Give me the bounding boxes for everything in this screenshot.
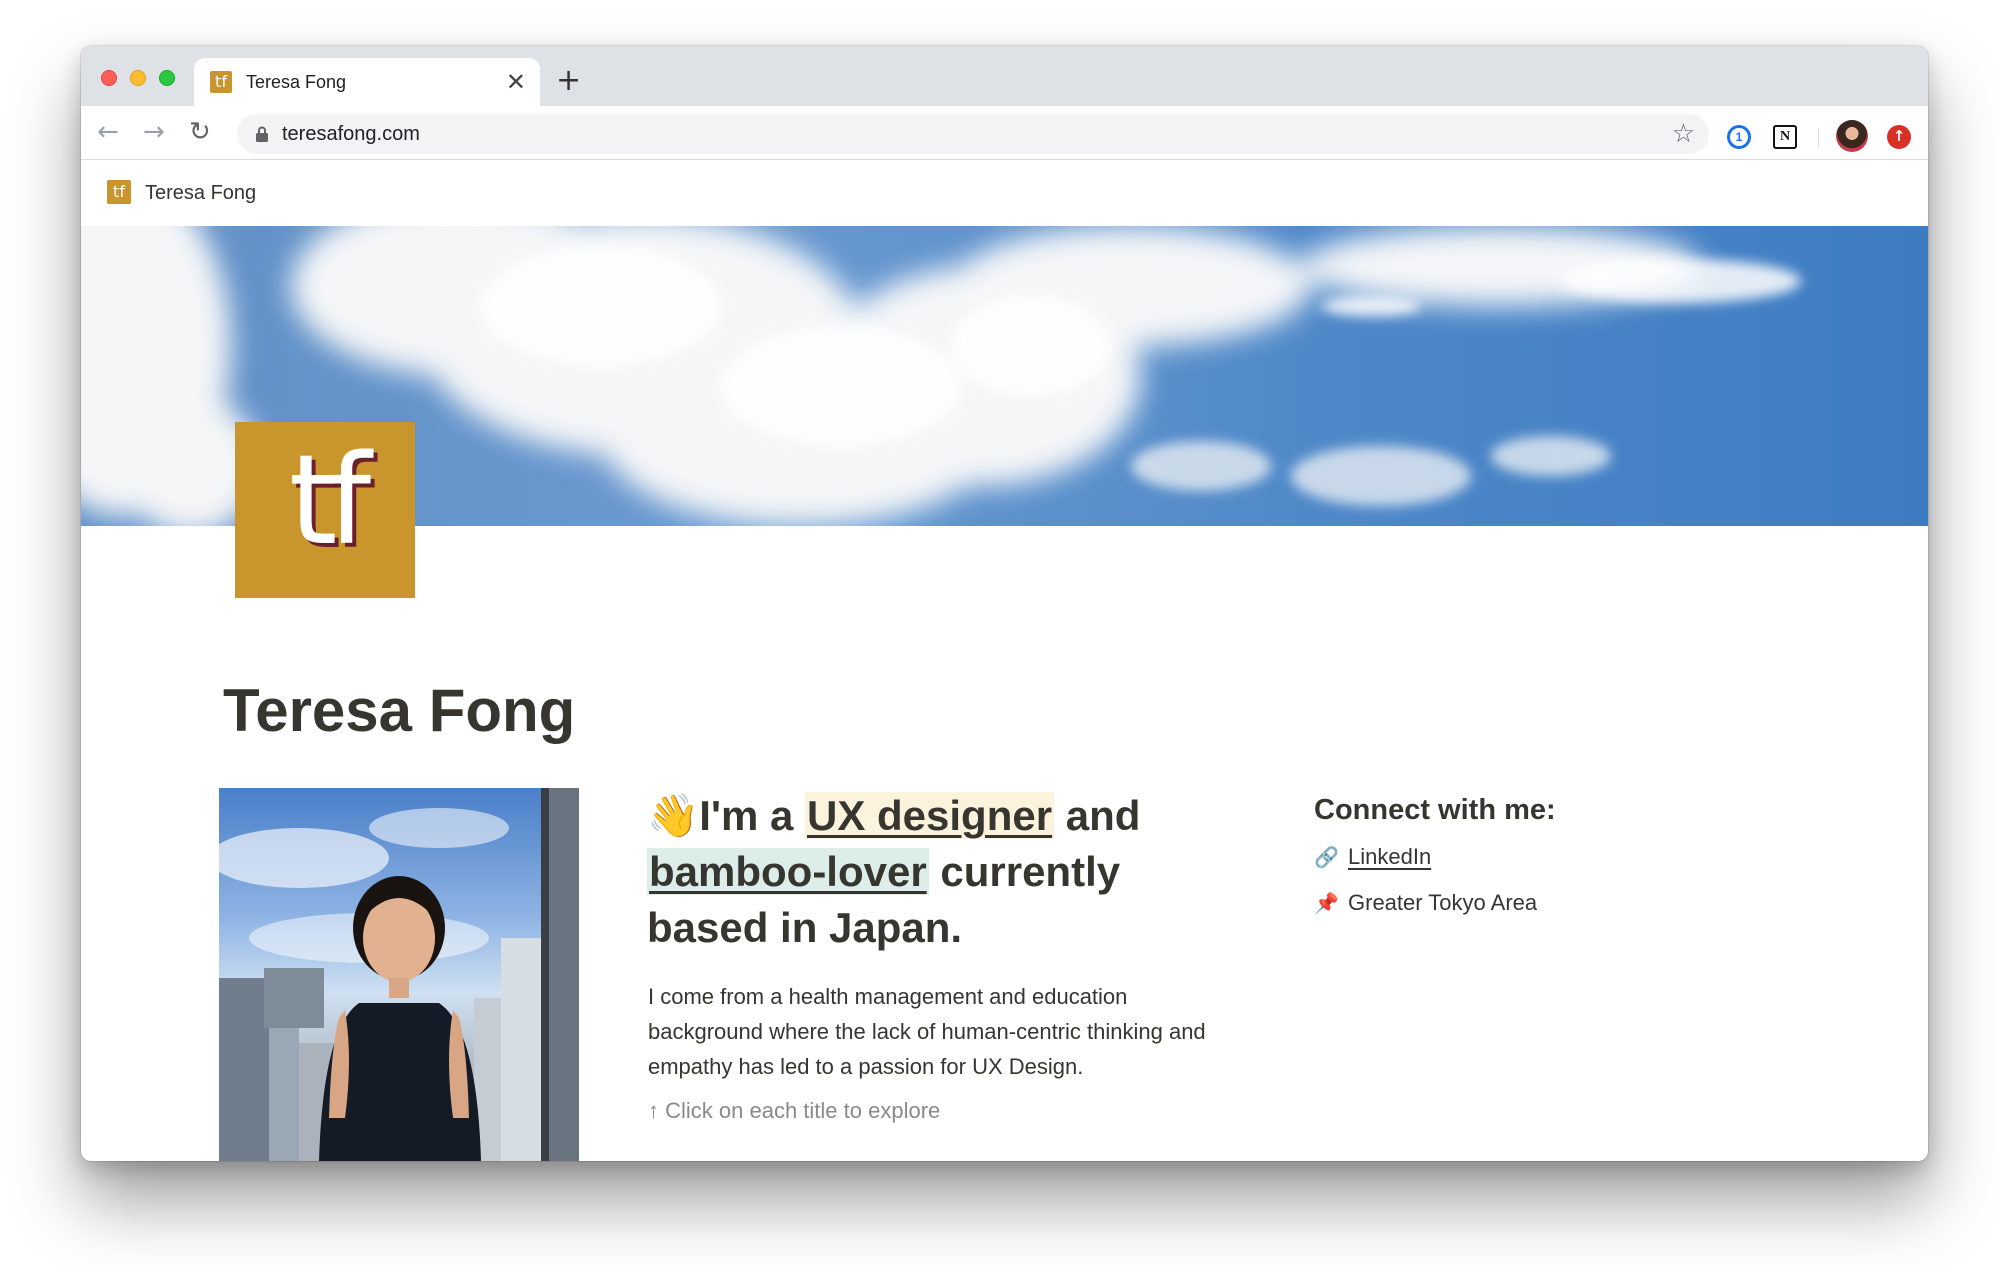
connect-heading: Connect with me: xyxy=(1314,794,1556,826)
linkedin-link[interactable]: LinkedIn xyxy=(1348,844,1431,869)
toolbar-divider xyxy=(1818,128,1819,148)
new-tab-button[interactable]: + xyxy=(556,66,581,96)
contact-linkedin[interactable]: 🔗 LinkedIn xyxy=(1314,844,1431,870)
1password-icon[interactable]: 1 xyxy=(1727,125,1751,149)
reload-icon[interactable]: ↻ xyxy=(189,116,211,148)
browser-toolbar: ← → ↻ teresafong.com ☆ 1 N ↑ xyxy=(81,106,1928,160)
tab-teresa-fong[interactable]: tf Teresa Fong ✕ xyxy=(194,58,540,106)
site-favicon-icon: tf xyxy=(210,71,232,93)
lock-icon xyxy=(256,126,268,142)
notion-icon[interactable]: N xyxy=(1773,125,1797,149)
intro-headline: 👋I'm a UX designer and bamboo-lover curr… xyxy=(647,788,1207,956)
profile-photo-illustration xyxy=(219,788,579,1161)
contact-location: 📌 Greater Tokyo Area xyxy=(1314,890,1537,916)
bamboo-lover-link[interactable]: bamboo-lover xyxy=(647,848,929,895)
minimize-window-button[interactable] xyxy=(130,70,146,86)
headline-text-part1: I'm a xyxy=(699,792,805,839)
breadcrumb[interactable]: Teresa Fong xyxy=(145,182,256,205)
browser-window: tf Teresa Fong ✕ + ← → ↻ teresafong.com … xyxy=(81,46,1928,1161)
notion-topbar: tf Teresa Fong xyxy=(81,160,1928,226)
close-window-button[interactable] xyxy=(101,70,117,86)
back-arrow-icon[interactable]: ← xyxy=(97,116,119,148)
close-tab-icon[interactable]: ✕ xyxy=(506,68,526,96)
tab-strip: tf Teresa Fong ✕ + xyxy=(81,46,1928,106)
url-text[interactable]: teresafong.com xyxy=(282,123,420,146)
pushpin-icon: 📌 xyxy=(1314,891,1339,915)
update-icon[interactable]: ↑ xyxy=(1887,125,1911,149)
profile-avatar[interactable] xyxy=(1836,120,1868,152)
headline-text-part2: and xyxy=(1054,792,1141,839)
profile-photo xyxy=(219,788,579,1161)
explore-hint: ↑ Click on each title to explore xyxy=(648,1098,941,1123)
intro-paragraph: I come from a health management and educ… xyxy=(648,984,1206,1079)
ux-designer-link[interactable]: UX designer xyxy=(805,792,1055,839)
address-bar[interactable]: teresafong.com ☆ xyxy=(237,114,1709,154)
location-text: Greater Tokyo Area xyxy=(1348,890,1538,915)
forward-arrow-icon[interactable]: → xyxy=(143,116,165,148)
page-icon[interactable]: tf xyxy=(235,422,415,598)
zoom-window-button[interactable] xyxy=(159,70,175,86)
bookmark-star-icon[interactable]: ☆ xyxy=(1672,119,1695,149)
page-title: Teresa Fong xyxy=(223,677,576,744)
page-breadcrumb-icon[interactable]: tf xyxy=(107,180,131,204)
tab-title: Teresa Fong xyxy=(246,72,347,92)
link-icon: 🔗 xyxy=(1314,845,1339,869)
waving-hand-icon: 👋 xyxy=(647,792,700,839)
